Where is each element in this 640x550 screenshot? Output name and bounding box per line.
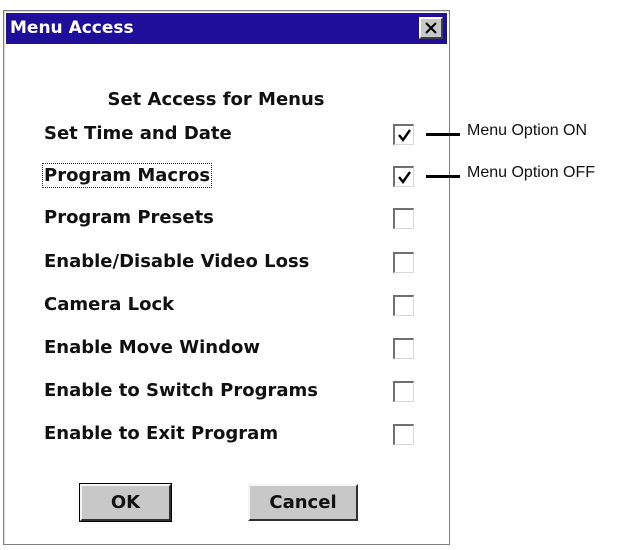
checkbox-enable-move-window[interactable] bbox=[393, 338, 414, 359]
callout-line-on bbox=[426, 133, 460, 136]
checkmark-icon bbox=[398, 171, 411, 185]
option-label-enable-move-window[interactable]: Enable Move Window bbox=[44, 337, 260, 358]
checkbox-set-time-and-date[interactable] bbox=[393, 124, 414, 145]
callout-menu-option-off: Menu Option OFF bbox=[467, 164, 596, 181]
cancel-button[interactable]: Cancel bbox=[248, 484, 358, 521]
title-bar[interactable]: Menu Access bbox=[6, 13, 447, 44]
checkbox-enable-to-exit-program[interactable] bbox=[393, 424, 414, 445]
ok-button[interactable]: OK bbox=[79, 483, 172, 522]
option-label-program-macros[interactable]: Program Macros bbox=[41, 163, 213, 188]
close-icon bbox=[425, 22, 437, 34]
callout-line-off bbox=[426, 175, 460, 178]
checkbox-program-presets[interactable] bbox=[393, 208, 414, 229]
option-label-set-time-and-date[interactable]: Set Time and Date bbox=[44, 123, 232, 144]
window-title: Menu Access bbox=[10, 18, 134, 38]
option-label-enable-to-exit-program[interactable]: Enable to Exit Program bbox=[44, 423, 278, 444]
option-label-enable-disable-video-loss[interactable]: Enable/Disable Video Loss bbox=[44, 251, 309, 272]
checkbox-enable-disable-video-loss[interactable] bbox=[393, 252, 414, 273]
close-button[interactable] bbox=[419, 17, 443, 39]
dialog-heading: Set Access for Menus bbox=[107, 89, 325, 110]
checkbox-camera-lock[interactable] bbox=[393, 295, 414, 316]
checkbox-enable-to-switch-programs[interactable] bbox=[393, 381, 414, 402]
checkbox-program-macros[interactable] bbox=[393, 166, 414, 187]
checkmark-icon bbox=[398, 129, 411, 143]
option-label-camera-lock[interactable]: Camera Lock bbox=[44, 294, 174, 315]
option-label-enable-to-switch-programs[interactable]: Enable to Switch Programs bbox=[44, 380, 318, 401]
option-label-program-presets[interactable]: Program Presets bbox=[44, 207, 214, 228]
menu-access-dialog: Menu Access Set Access for Menus Set Tim… bbox=[3, 10, 450, 545]
callout-menu-option-on: Menu Option ON bbox=[467, 122, 588, 139]
